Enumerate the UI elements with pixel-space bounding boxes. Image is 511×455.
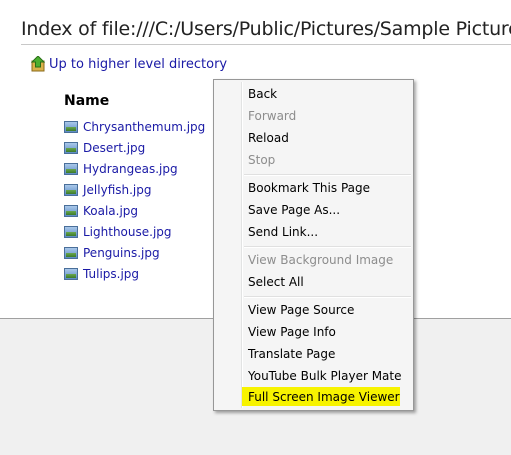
- menu-separator: [244, 174, 411, 176]
- file-name[interactable]: Chrysanthemum.jpg: [83, 120, 205, 134]
- up-folder-icon: [30, 55, 46, 72]
- image-file-icon: [64, 225, 78, 238]
- menu-item-full-screen-image-viewer[interactable]: Full Screen Image Viewer: [248, 387, 400, 407]
- file-item[interactable]: Desert.jpg: [64, 137, 205, 158]
- title-divider: [21, 44, 511, 45]
- menu-item-stop: Stop: [248, 153, 276, 167]
- file-name[interactable]: Lighthouse.jpg: [83, 225, 172, 239]
- file-name[interactable]: Jellyfish.jpg: [83, 183, 152, 197]
- menu-item-forward: Forward: [248, 109, 297, 123]
- menu-item-send-link[interactable]: Send Link...: [248, 222, 318, 242]
- file-item[interactable]: Hydrangeas.jpg: [64, 158, 205, 179]
- menu-icon-gutter: [241, 82, 243, 408]
- file-name[interactable]: Tulips.jpg: [83, 267, 139, 281]
- up-directory-label[interactable]: Up to higher level directory: [49, 57, 227, 72]
- image-file-icon: [64, 246, 78, 259]
- file-name[interactable]: Desert.jpg: [83, 141, 145, 155]
- image-file-icon: [64, 267, 78, 280]
- image-file-icon: [64, 141, 78, 154]
- menu-item-back[interactable]: Back: [248, 84, 277, 104]
- menu-item-select-all[interactable]: Select All: [248, 272, 304, 292]
- file-name[interactable]: Koala.jpg: [83, 204, 138, 218]
- file-item[interactable]: Lighthouse.jpg: [64, 221, 205, 242]
- menu-separator: [244, 296, 411, 298]
- up-directory-link[interactable]: Up to higher level directory: [30, 55, 227, 72]
- file-item[interactable]: Chrysanthemum.jpg: [64, 116, 205, 137]
- menu-item-save-page-as[interactable]: Save Page As...: [248, 200, 340, 220]
- file-item[interactable]: Jellyfish.jpg: [64, 179, 205, 200]
- menu-item-view-page-source[interactable]: View Page Source: [248, 300, 354, 320]
- name-column-header: Name: [64, 93, 110, 109]
- image-file-icon: [64, 120, 78, 133]
- file-list: Chrysanthemum.jpg Desert.jpg Hydrangeas.…: [64, 116, 205, 284]
- menu-item-youtube-bulk-player-mate[interactable]: YouTube Bulk Player Mate: [248, 366, 402, 386]
- file-item[interactable]: Penguins.jpg: [64, 242, 205, 263]
- context-menu: Back Forward Reload Stop Bookmark This P…: [213, 79, 414, 411]
- file-item[interactable]: Tulips.jpg: [64, 263, 205, 284]
- menu-item-view-background-image: View Background Image: [248, 253, 394, 267]
- file-name[interactable]: Hydrangeas.jpg: [83, 162, 178, 176]
- menu-separator: [244, 246, 411, 248]
- page-title: Index of file:///C:/Users/Public/Picture…: [21, 18, 511, 40]
- image-file-icon: [64, 162, 78, 175]
- image-file-icon: [64, 183, 78, 196]
- image-file-icon: [64, 204, 78, 217]
- menu-item-bookmark[interactable]: Bookmark This Page: [248, 178, 370, 198]
- menu-item-view-page-info[interactable]: View Page Info: [248, 322, 336, 342]
- file-item[interactable]: Koala.jpg: [64, 200, 205, 221]
- menu-item-reload[interactable]: Reload: [248, 128, 289, 148]
- menu-item-translate-page[interactable]: Translate Page: [248, 344, 335, 364]
- file-name[interactable]: Penguins.jpg: [83, 246, 160, 260]
